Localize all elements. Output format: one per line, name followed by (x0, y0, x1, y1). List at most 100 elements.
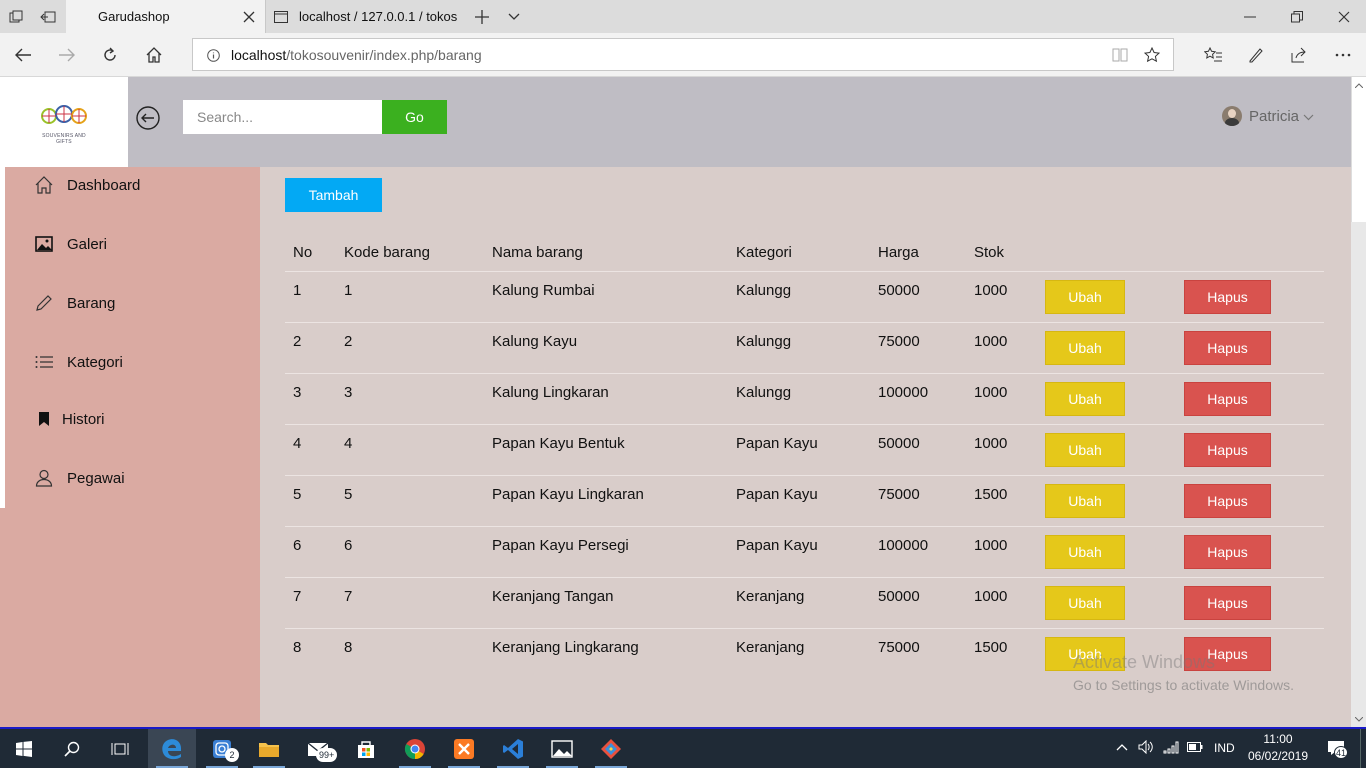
ubah-button[interactable]: Ubah (1045, 331, 1125, 365)
ubah-button[interactable]: Ubah (1045, 535, 1125, 569)
hapus-button[interactable]: Hapus (1184, 484, 1271, 518)
cell-harga: 50000 (878, 435, 920, 452)
chrome-icon[interactable] (391, 729, 439, 768)
tab-garudashop[interactable]: Garudashop (66, 0, 266, 33)
sidebar-item-pegawai[interactable]: Pegawai (34, 463, 125, 493)
cell-no: 3 (293, 384, 302, 401)
cell-kode: 3 (344, 384, 353, 401)
avatar[interactable] (1222, 106, 1242, 126)
sidebar-item-kategori[interactable]: Kategori (34, 347, 123, 377)
tab-phpmyadmin[interactable]: localhost / 127.0.0.1 / tokos (267, 0, 467, 33)
hapus-button[interactable]: Hapus (1184, 433, 1271, 467)
set-tabs-aside-icon[interactable] (36, 6, 60, 28)
ubah-button[interactable]: Ubah (1045, 586, 1125, 620)
more-menu-icon[interactable] (1330, 43, 1356, 67)
cell-harga: 100000 (878, 537, 929, 554)
task-view-icon[interactable] (96, 729, 144, 768)
xampp-icon[interactable] (440, 729, 488, 768)
back-icon[interactable] (10, 43, 36, 67)
cell-stok: 1000 (974, 537, 1008, 554)
minimize-icon[interactable] (1238, 6, 1262, 28)
tab-actions-icon[interactable] (4, 6, 28, 28)
ubah-button[interactable]: Ubah (1045, 280, 1125, 314)
store-icon[interactable] (342, 729, 390, 768)
web-note-pen-icon[interactable] (1243, 43, 1269, 67)
windows-start-icon[interactable] (0, 729, 48, 768)
show-hidden-icons-chevron-icon[interactable] (1114, 738, 1130, 756)
info-icon[interactable] (205, 47, 221, 63)
scrollbar-thumb[interactable] (1351, 77, 1366, 222)
restore-icon[interactable] (1285, 6, 1309, 28)
cell-no: 2 (293, 333, 302, 350)
new-tab-icon[interactable] (470, 6, 494, 28)
cell-nama: Kalung Kayu (492, 333, 578, 350)
instagram-icon[interactable]: 2 (198, 729, 246, 768)
taskbar-clock[interactable]: 11:00 06/02/2019 (1238, 731, 1318, 765)
network-icon[interactable] (1162, 738, 1180, 756)
collapse-sidebar-arrow-icon[interactable] (135, 105, 161, 131)
clock-time: 11:00 (1263, 732, 1293, 746)
sidebar-item-barang[interactable]: Barang (34, 288, 115, 318)
sidebar-item-dashboard[interactable]: Dashboard (34, 170, 140, 200)
ubah-button[interactable]: Ubah (1045, 433, 1125, 467)
cell-kategori: Kalungg (736, 384, 792, 401)
file-explorer-icon[interactable] (245, 729, 293, 768)
tambah-button[interactable]: Tambah (285, 178, 382, 212)
cell-kode: 2 (344, 333, 353, 350)
volume-icon[interactable] (1137, 738, 1155, 756)
sidebar-item-galeri[interactable]: Galeri (34, 229, 107, 259)
mail-icon[interactable]: 99+ (294, 729, 342, 768)
cell-nama: Kalung Lingkaran (492, 384, 609, 401)
tab-preview-chevron-icon[interactable] (503, 6, 525, 28)
show-desktop-button[interactable] (1360, 729, 1366, 768)
refresh-icon[interactable] (97, 43, 123, 67)
favorite-star-icon[interactable] (1143, 46, 1161, 64)
sidebar-item-histori[interactable]: Histori (34, 404, 105, 434)
home-browser-icon[interactable] (141, 43, 167, 67)
cell-kode: 4 (344, 435, 353, 452)
row-divider (285, 577, 1324, 578)
cell-kategori: Papan Kayu (736, 435, 818, 452)
close-window-icon[interactable] (1332, 6, 1356, 28)
user-icon (34, 468, 54, 488)
cell-nama: Keranjang Tangan (492, 588, 614, 605)
go-button[interactable]: Go (382, 100, 447, 134)
search-input[interactable] (183, 100, 382, 134)
forward-icon[interactable] (54, 43, 80, 67)
logo-area[interactable]: SOUVENIRS AND GIFTS (0, 77, 128, 167)
cell-no: 7 (293, 588, 302, 605)
edge-browser-icon[interactable] (148, 729, 196, 768)
battery-icon[interactable] (1186, 738, 1204, 756)
cell-harga: 50000 (878, 588, 920, 605)
hapus-button[interactable]: Hapus (1184, 331, 1271, 365)
ubah-button[interactable]: Ubah (1045, 484, 1125, 518)
input-language[interactable]: IND (1214, 741, 1235, 755)
photos-icon[interactable] (538, 729, 586, 768)
hapus-button[interactable]: Hapus (1184, 382, 1271, 416)
user-name[interactable]: Patricia (1249, 108, 1299, 125)
activate-windows-subtitle: Go to Settings to activate Windows. (1073, 677, 1294, 693)
search-icon[interactable] (48, 729, 96, 768)
row-divider (285, 424, 1324, 425)
column-header-kategori: Kategori (736, 244, 792, 261)
ubah-button[interactable]: Ubah (1045, 382, 1125, 416)
hapus-button[interactable]: Hapus (1184, 535, 1271, 569)
cell-kategori: Keranjang (736, 588, 805, 605)
address-bar[interactable]: localhost/tokosouvenir/index.php/barang (192, 38, 1174, 71)
cell-stok: 1500 (974, 486, 1008, 503)
cell-kategori: Papan Kayu (736, 486, 818, 503)
git-app-icon[interactable] (587, 729, 635, 768)
action-center-icon[interactable]: 41 (1324, 737, 1348, 759)
hapus-button[interactable]: Hapus (1184, 280, 1271, 314)
vscode-icon[interactable] (489, 729, 537, 768)
scroll-up-icon[interactable] (1351, 79, 1366, 91)
favorites-hub-icon[interactable] (1200, 43, 1226, 67)
share-icon[interactable] (1286, 43, 1312, 67)
close-tab-icon[interactable] (240, 8, 258, 26)
scroll-down-icon[interactable] (1351, 713, 1366, 725)
reading-view-icon[interactable] (1111, 46, 1129, 64)
column-header-no: No (293, 244, 313, 261)
hapus-button[interactable]: Hapus (1184, 586, 1271, 620)
user-dropdown-chevron-icon[interactable] (1302, 111, 1314, 123)
cell-kategori: Keranjang (736, 639, 805, 656)
